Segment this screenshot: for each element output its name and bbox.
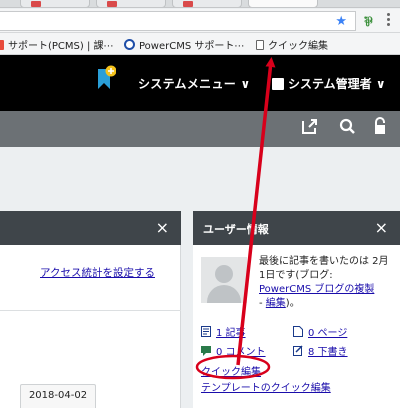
action-toolbar bbox=[0, 111, 400, 147]
close-icon[interactable]: × bbox=[156, 218, 169, 238]
template-quick-edit-link[interactable]: テンプレートのクイック編集 bbox=[201, 379, 331, 394]
system-admin-dropdown[interactable]: システム管理者 ∨ bbox=[272, 75, 386, 92]
user-info-title: ユーザー情報 bbox=[203, 223, 269, 236]
bookmark-label: サポート(PCMS) | 課⋯ bbox=[8, 41, 114, 52]
date-tab[interactable]: 2018-04-02 bbox=[20, 384, 96, 408]
avatar bbox=[201, 257, 247, 303]
divider bbox=[0, 310, 181, 311]
analytics-settings-link[interactable]: アクセス統計を設定する bbox=[40, 265, 155, 280]
tab-favicon-icon bbox=[183, 1, 193, 7]
left-widget-header: × bbox=[0, 211, 181, 245]
tab-favicon-icon bbox=[31, 1, 41, 7]
bookmark-label: PowerCMS サポート⋯ bbox=[139, 41, 245, 52]
browser-menu-icon[interactable] bbox=[387, 13, 391, 27]
red-doc-icon bbox=[0, 39, 4, 50]
user-info-header: ユーザー情報 × bbox=[193, 211, 400, 245]
stat-comments[interactable]: 0 コメント bbox=[201, 343, 266, 358]
stat-drafts[interactable]: 8 下書き bbox=[293, 343, 348, 358]
blog-link[interactable]: PowerCMS ブログの複製 bbox=[259, 284, 374, 295]
bookmarks-bar: サポート(PCMS) | 課⋯ PowerCMS サポート⋯ クイック編集 bbox=[0, 33, 400, 55]
bookmark-logo-icon[interactable] bbox=[96, 65, 116, 91]
bookmark-item[interactable]: サポート(PCMS) | 課⋯ bbox=[0, 37, 114, 52]
system-admin-label: システム管理者 ∨ bbox=[288, 77, 386, 91]
pages-count-link[interactable]: 0 ページ bbox=[308, 324, 347, 339]
app-header: システムメニュー ∨ システム管理者 ∨ bbox=[0, 55, 400, 111]
stat-pages[interactable]: 0 ページ bbox=[293, 324, 347, 339]
bookmark-label: クイック編集 bbox=[268, 41, 328, 52]
comments-count-link[interactable]: 0 コメント bbox=[216, 343, 266, 358]
bookmark-star-icon[interactable]: ★ bbox=[335, 14, 347, 29]
lock-icon[interactable] bbox=[373, 117, 387, 135]
page-icon bbox=[293, 326, 303, 337]
user-info-body: 最後に記事を書いたのは 2月 1日です(ブログ: PowerCMS ブログの複製… bbox=[193, 245, 400, 408]
stat-entries[interactable]: 1 記事 bbox=[201, 324, 246, 339]
entries-count-link[interactable]: 1 記事 bbox=[216, 324, 246, 339]
comment-icon bbox=[201, 346, 211, 356]
browser-tab-strip bbox=[0, 0, 400, 8]
close-icon[interactable]: × bbox=[375, 218, 388, 238]
entry-icon bbox=[201, 326, 211, 337]
browser-tab-active[interactable] bbox=[248, 0, 318, 7]
quick-edit-link[interactable]: クイック編集 bbox=[201, 363, 261, 378]
search-icon[interactable] bbox=[339, 118, 356, 135]
browser-tab[interactable] bbox=[172, 0, 242, 7]
page-icon bbox=[256, 39, 264, 50]
bookmark-item[interactable]: PowerCMS サポート⋯ bbox=[124, 37, 244, 52]
system-menu-dropdown[interactable]: システムメニュー ∨ bbox=[138, 75, 251, 92]
external-link-icon[interactable] bbox=[301, 118, 318, 135]
drafts-count-link[interactable]: 8 下書き bbox=[308, 343, 348, 358]
draft-icon bbox=[293, 345, 303, 356]
browser-tab[interactable] bbox=[96, 0, 166, 7]
last-entry-info: 最後に記事を書いたのは 2月 1日です(ブログ: PowerCMS ブログの複製… bbox=[259, 256, 389, 309]
browser-tab[interactable] bbox=[20, 0, 90, 7]
extension-icon[interactable]: ⅌ bbox=[364, 12, 373, 30]
edit-link[interactable]: 編集 bbox=[266, 298, 286, 309]
bookmark-item-quick-edit[interactable]: クイック編集 bbox=[256, 37, 328, 52]
address-bar: ★ ⅌ bbox=[0, 9, 400, 33]
powercms-icon bbox=[124, 39, 135, 50]
url-field[interactable]: ★ bbox=[0, 11, 356, 31]
tab-favicon-icon bbox=[107, 1, 117, 7]
site-icon bbox=[272, 77, 284, 90]
